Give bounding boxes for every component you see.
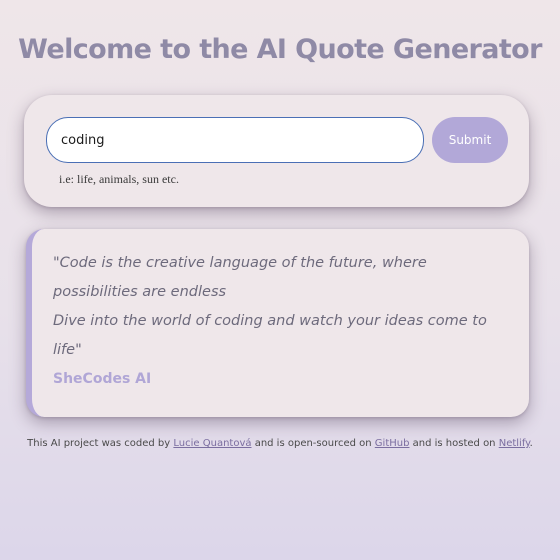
search-card: Submit i.e: life, animals, sun etc.: [24, 95, 529, 207]
footer-text-1: This AI project was coded by: [27, 438, 171, 449]
quote-line-1: "Code is the creative language of the fu…: [53, 255, 427, 300]
quote-author: SheCodes AI: [53, 371, 152, 387]
page-title: Welcome to the AI Quote Generator: [18, 34, 542, 65]
github-link[interactable]: GitHub: [375, 438, 410, 449]
footer: This AI project was coded by Lucie Quant…: [0, 438, 560, 449]
quote-line-2: Dive into the world of coding and watch …: [53, 313, 487, 358]
footer-text-2: and is open-sourced on: [254, 438, 372, 449]
quote-card: "Code is the creative language of the fu…: [26, 229, 529, 417]
footer-text-4: .: [529, 438, 533, 449]
submit-button[interactable]: Submit: [432, 117, 508, 163]
search-input[interactable]: [46, 117, 424, 163]
search-hint: i.e: life, animals, sun etc.: [59, 172, 179, 186]
netlify-link[interactable]: Netlify: [499, 438, 530, 449]
footer-text-3: and is hosted on: [412, 438, 496, 449]
author-link[interactable]: Lucie Quantová: [173, 438, 251, 449]
